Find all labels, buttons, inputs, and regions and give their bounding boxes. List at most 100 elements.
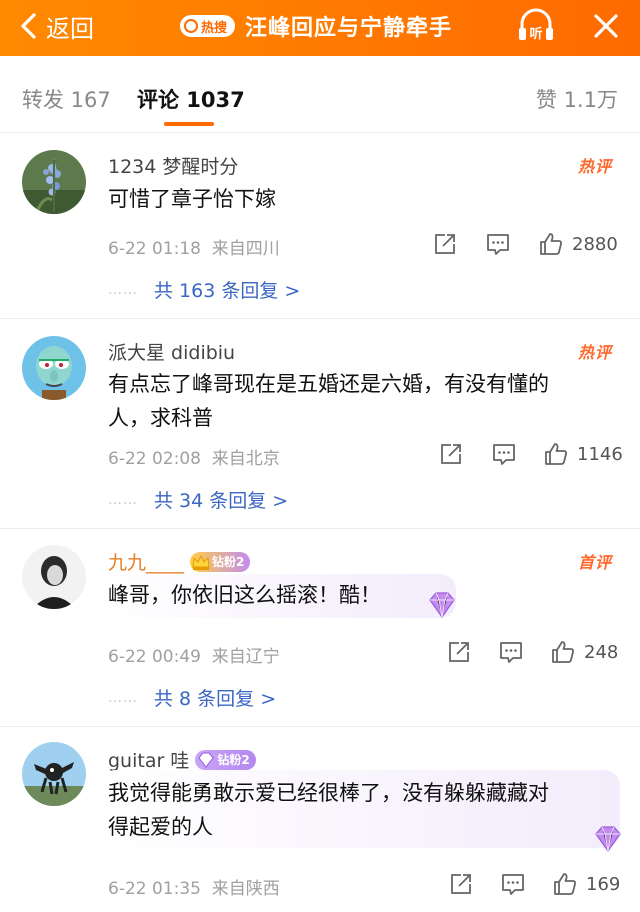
username[interactable]: 1234 梦醒时分 (108, 152, 238, 179)
avatar[interactable] (22, 742, 86, 806)
tab-repost[interactable]: 转发 167 (22, 84, 111, 114)
like-count: 169 (586, 873, 621, 895)
comment-meta: 6-22 02:08 来自北京 (108, 444, 280, 469)
avatar[interactable] (22, 545, 86, 609)
view-replies-link[interactable]: …… 共 34 条回复 > (108, 486, 288, 513)
avatar[interactable] (22, 336, 86, 400)
comment-location: 来自北京 (211, 449, 280, 469)
reply-dots: …… (108, 689, 138, 706)
comment-meta: 6-22 00:49 来自辽宁 (108, 642, 280, 667)
reply-dots: …… (108, 491, 138, 508)
comment-text: 可惜了章子怡下嫁 (108, 187, 276, 211)
listen-icon[interactable]: 听 (514, 6, 558, 46)
reply-dots: …… (108, 281, 138, 298)
fan-badge-label: 钻粉2 (212, 555, 245, 569)
comment-button[interactable] (500, 870, 526, 898)
like-icon (545, 443, 567, 465)
avatar-image (22, 545, 86, 609)
comment-button[interactable] (491, 440, 517, 468)
share-icon (449, 642, 469, 662)
like-count: 1146 (577, 443, 623, 465)
comment-text-line: 人，求科普 (108, 406, 213, 430)
comment-icon (487, 234, 509, 255)
share-button[interactable] (446, 638, 472, 666)
hot-search-tag[interactable]: 热搜 (180, 15, 236, 37)
active-tab-indicator (164, 122, 214, 126)
comment-location: 来自陕西 (211, 879, 280, 899)
like-button[interactable]: 2880 (538, 230, 618, 258)
like-count: 248 (584, 641, 619, 663)
tab-bar: 转发 167 评论 1037 赞 1.1万 (0, 56, 640, 132)
avatar-image (22, 742, 86, 806)
view-replies-link[interactable]: …… 共 8 条回复 > (108, 684, 276, 711)
comment-text: 我觉得能勇敢示爱已经很棒了，没有躲躲藏藏对 得起爱的人 (108, 776, 618, 844)
comment-button[interactable] (498, 638, 524, 666)
like-button[interactable]: 1146 (543, 440, 623, 468)
hot-search-icon (184, 19, 198, 33)
view-replies-link[interactable]: …… 共 163 条回复 > (108, 276, 300, 303)
fan-badge[interactable]: 钻粉2 (190, 551, 251, 572)
like-button[interactable]: 248 (550, 638, 618, 666)
comment-location: 来自四川 (211, 239, 280, 259)
avatar[interactable] (22, 150, 86, 214)
like-icon (540, 233, 562, 255)
divider (0, 528, 640, 529)
share-button[interactable] (432, 230, 458, 258)
back-button[interactable]: 返回 (18, 8, 94, 44)
comment-meta: 6-22 01:35 来自陕西 (108, 874, 280, 899)
top-bar: 返回 热搜 汪峰回应与宁静牵手 听 (0, 0, 640, 56)
username[interactable]: 派大星 didibiu (108, 338, 235, 365)
divider (0, 132, 640, 133)
comment-text-line: 得起爱的人 (108, 815, 213, 839)
comment-time: 6-22 00:49 (108, 647, 201, 667)
close-icon[interactable] (586, 6, 626, 46)
hot-comment-badge: 热评 (577, 343, 612, 362)
avatar-image (22, 336, 86, 400)
replies-label: 共 8 条回复 > (154, 688, 277, 710)
share-icon (435, 234, 455, 254)
comment-text-line: 有点忘了峰哥现在是五婚还是六婚，有没有懂的 (108, 372, 549, 396)
share-icon (441, 444, 461, 464)
comment-text-line: 我觉得能勇敢示爱已经很棒了，没有躲躲藏藏对 (108, 781, 549, 805)
comment-location: 来自辽宁 (211, 647, 280, 667)
comment-time: 6-22 02:08 (108, 449, 201, 469)
comment-time: 6-22 01:18 (108, 239, 201, 259)
comment-text: 峰哥，你依旧这么摇滚！酷！ (108, 583, 381, 607)
page-title: 汪峰回应与宁静牵手 (245, 16, 453, 41)
crown-icon (192, 554, 210, 570)
replies-label: 共 163 条回复 > (154, 280, 301, 302)
comment-time: 6-22 01:35 (108, 879, 201, 899)
username-label: 九九____ (108, 552, 185, 574)
fan-badge-label: 钻粉2 (217, 753, 250, 767)
like-icon (554, 873, 576, 895)
hot-search-label: 热搜 (201, 20, 228, 36)
comment-text: 有点忘了峰哥现在是五婚还是六婚，有没有懂的 人，求科普 (108, 367, 618, 435)
hot-comment-badge: 热评 (577, 157, 612, 176)
comment-meta: 6-22 01:18 来自四川 (108, 234, 280, 259)
diamond-badge-icon (198, 752, 214, 768)
diamond-gem-icon (595, 826, 621, 853)
like-icon (552, 641, 574, 663)
share-button[interactable] (448, 870, 474, 898)
tab-comments[interactable]: 评论 1037 (137, 84, 245, 114)
replies-label: 共 34 条回复 > (154, 490, 289, 512)
username[interactable]: 九九____ 钻粉2 (108, 548, 251, 575)
username[interactable]: guitar 哇 钻粉2 (108, 746, 256, 773)
divider (0, 726, 640, 727)
first-comment-badge: 首评 (577, 553, 612, 572)
fan-badge[interactable]: 钻粉2 (195, 749, 256, 770)
comment-icon (502, 874, 524, 895)
diamond-gem-icon (429, 592, 455, 619)
back-label: 返回 (46, 14, 94, 43)
share-icon (451, 874, 471, 894)
share-button[interactable] (438, 440, 464, 468)
header-title-group: 热搜 汪峰回应与宁静牵手 (180, 6, 452, 46)
comment-button[interactable] (485, 230, 511, 258)
avatar-image (22, 150, 86, 214)
username-label: guitar 哇 (108, 750, 190, 772)
comment-icon (500, 642, 522, 663)
like-button[interactable]: 169 (552, 870, 620, 898)
tab-likes[interactable]: 赞 1.1万 (536, 84, 618, 114)
comment-icon (493, 444, 515, 465)
listen-label: 听 (529, 26, 542, 42)
